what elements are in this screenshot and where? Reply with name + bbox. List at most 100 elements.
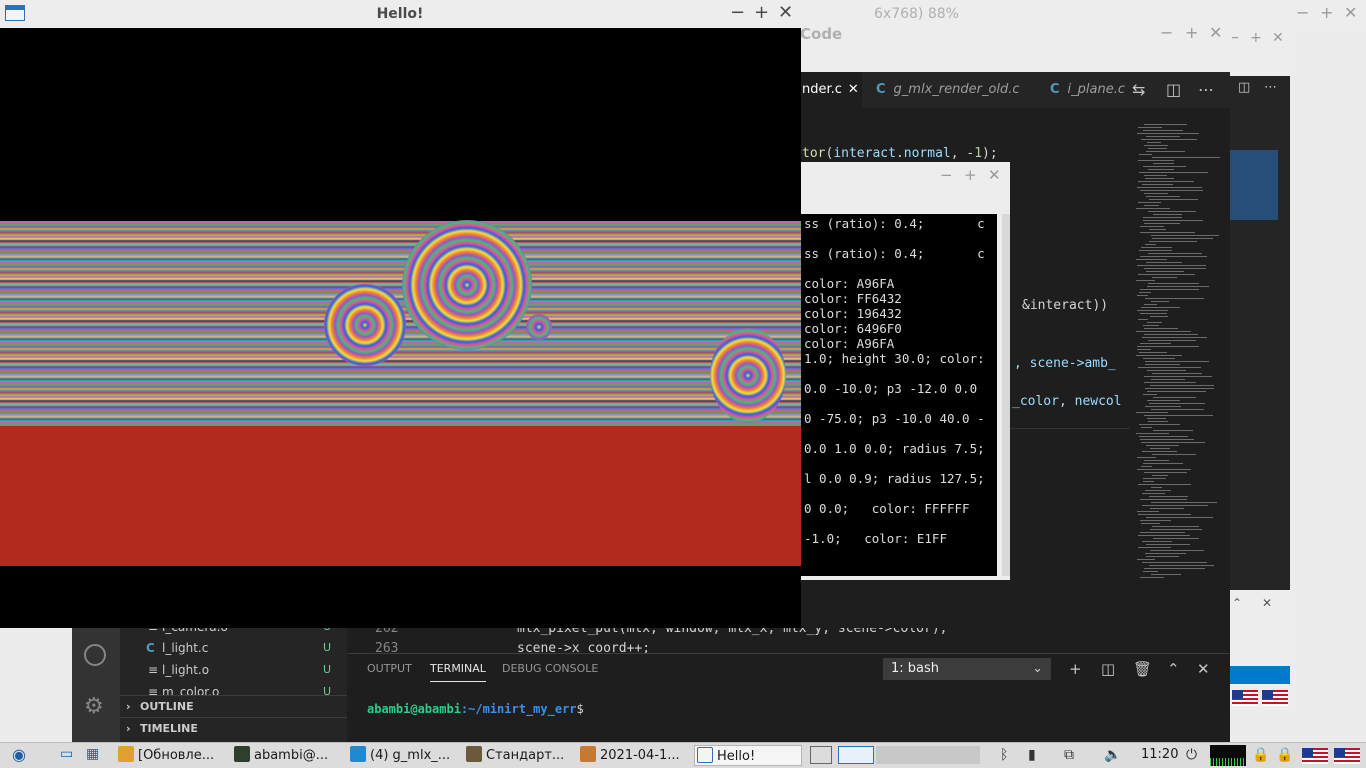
workspace-1[interactable] <box>810 746 832 764</box>
minimap-line <box>1144 460 1169 461</box>
minimap-line <box>1145 388 1214 389</box>
folder-icon <box>466 746 482 762</box>
tab-terminal[interactable]: TERMINAL <box>430 662 486 682</box>
minimize-icon[interactable]: − <box>940 166 953 184</box>
minimap-line <box>1144 415 1213 416</box>
minimap-line <box>1145 361 1209 362</box>
keyboard-layout-flag-icon[interactable] <box>1334 748 1360 764</box>
minimap-line <box>1144 145 1168 146</box>
maximize-icon[interactable]: + <box>754 2 769 23</box>
lock-icon[interactable]: 🔒 <box>1252 747 1269 763</box>
gear-icon[interactable]: ⚙ <box>84 696 104 718</box>
start-menu-icon[interactable]: ◉ <box>12 745 26 764</box>
terminal-line: color: 6496F0 <box>804 321 902 336</box>
task-vscode[interactable]: (4) g_mlx_... <box>350 745 460 766</box>
minimize-icon[interactable]: − <box>1160 23 1173 42</box>
close-icon[interactable]: ✕ <box>1197 660 1210 678</box>
minimap-line <box>1137 187 1202 188</box>
terminal-line: 0.0 1.0 0.0; radius 7.5; <box>804 441 985 456</box>
minimap-line <box>1146 262 1182 263</box>
minimap-line <box>1149 403 1205 404</box>
tab-debug-console[interactable]: DEBUG CONSOLE <box>502 662 598 675</box>
flag-icon <box>1232 690 1258 706</box>
chevron-down-icon: ⌄ <box>1032 661 1043 676</box>
task-hello[interactable]: Hello! <box>694 745 802 766</box>
bluetooth-icon[interactable]: ᛒ <box>1000 747 1008 763</box>
app-launcher-icon[interactable]: ▦ <box>86 746 99 762</box>
render-canvas[interactable] <box>0 28 801 628</box>
minimap-line <box>1145 490 1171 491</box>
close-icon[interactable]: ✕ <box>1209 23 1222 42</box>
list-item[interactable]: C l_light.c U <box>120 637 347 659</box>
workspace-pager[interactable] <box>876 746 980 764</box>
task-label: Hello! <box>717 749 756 764</box>
lock-icon[interactable]: 🔒 <box>1276 747 1293 763</box>
minimap-line <box>1138 367 1201 368</box>
list-item[interactable]: ≡ l_light.o U <box>120 659 347 681</box>
chevron-up-icon[interactable]: ⌃ <box>1232 596 1242 610</box>
git-status-badge: U <box>322 685 331 695</box>
close-icon[interactable]: ✕ <box>1344 3 1357 22</box>
minimize-icon[interactable]: − <box>1296 3 1309 22</box>
minimap-line <box>1140 577 1164 578</box>
maximize-icon[interactable]: + <box>1250 30 1262 46</box>
task-file-manager[interactable]: Стандарт... <box>466 745 576 766</box>
task-image-viewer[interactable]: 2021-04-1... <box>580 745 690 766</box>
terminal-select[interactable]: 1: bash ⌄ <box>883 658 1051 680</box>
minimap[interactable] <box>1130 120 1230 590</box>
split-editor-icon[interactable]: ◫ <box>1166 80 1181 99</box>
minimap-line <box>1142 493 1165 494</box>
tab-label: g_mlx_render_old.c <box>893 82 1020 97</box>
minimap-line <box>1142 562 1207 563</box>
timeline-section[interactable]: › TIMELINE <box>120 717 347 740</box>
maximize-icon[interactable]: + <box>964 166 977 184</box>
account-icon[interactable] <box>84 644 106 666</box>
minimap-line <box>1139 424 1180 425</box>
close-icon[interactable]: ✕ <box>778 2 793 23</box>
volume-icon[interactable]: 🔈 <box>1104 747 1121 763</box>
split-editor-icon[interactable]: ◫ <box>1238 80 1250 95</box>
split-terminal-icon[interactable]: ◫ <box>1101 660 1115 678</box>
network-icon[interactable]: ⧉ <box>1064 747 1074 763</box>
close-icon[interactable]: ✕ <box>1262 596 1272 610</box>
maximize-icon[interactable]: + <box>1320 3 1333 22</box>
minimap-line <box>1137 310 1168 311</box>
tab-output[interactable]: OUTPUT <box>367 662 412 675</box>
rendered-floor <box>0 426 801 566</box>
minimap-line <box>1149 199 1198 200</box>
battery-icon[interactable]: ▮ <box>1028 747 1036 763</box>
show-desktop-icon[interactable]: ▭ <box>60 746 73 762</box>
outline-section[interactable]: › OUTLINE <box>120 695 347 718</box>
task-terminal[interactable]: abambi@... <box>234 745 344 766</box>
more-actions-icon[interactable]: ⋯ <box>1198 80 1214 99</box>
close-icon[interactable]: ✕ <box>988 166 1001 184</box>
workspace-2[interactable] <box>838 746 874 764</box>
close-icon[interactable]: ✕ <box>848 82 859 97</box>
minimap-line <box>1147 370 1186 371</box>
minimap-line <box>1146 556 1179 557</box>
minimap-line <box>1146 196 1180 197</box>
clock[interactable]: 11:20 <box>1141 747 1178 762</box>
minimap-line <box>1140 256 1207 257</box>
close-icon[interactable]: ✕ <box>1272 30 1284 46</box>
chevron-up-icon[interactable]: ⌃ <box>1167 660 1180 678</box>
keyboard-layout-flag-icon[interactable] <box>1302 748 1328 764</box>
minimap-line <box>1142 337 1207 338</box>
code-editor-lower[interactable]: 262 mlx_pixel_put(mlx, window, mlx_x, ml… <box>347 628 1230 653</box>
minimap-line <box>1138 274 1195 275</box>
task-update-manager[interactable]: [Обновле... <box>118 745 228 766</box>
tab-render[interactable]: nder.c ✕ <box>800 72 862 108</box>
terminal-prompt[interactable]: abambi@abambi:~/minirt_my_err$ <box>367 702 584 716</box>
git-compare-icon[interactable]: ⇆ <box>1132 80 1145 99</box>
c-file-icon: C <box>876 82 886 97</box>
terminal-scrollbar[interactable] <box>1002 214 1010 576</box>
list-item[interactable]: ≡ m_color.o U <box>120 681 347 695</box>
tab-g-mlx-render-old[interactable]: Cg_mlx_render_old.c <box>862 72 1046 108</box>
new-terminal-icon[interactable]: + <box>1069 660 1082 678</box>
trash-icon[interactable]: 🗑 <box>1133 660 1152 678</box>
minimize-icon[interactable]: − <box>730 2 745 23</box>
minimap-line <box>1145 298 1204 299</box>
maximize-icon[interactable]: + <box>1185 23 1198 42</box>
more-actions-icon[interactable]: ⋯ <box>1264 80 1277 95</box>
power-icon[interactable]: ⏻ <box>1186 747 1197 763</box>
